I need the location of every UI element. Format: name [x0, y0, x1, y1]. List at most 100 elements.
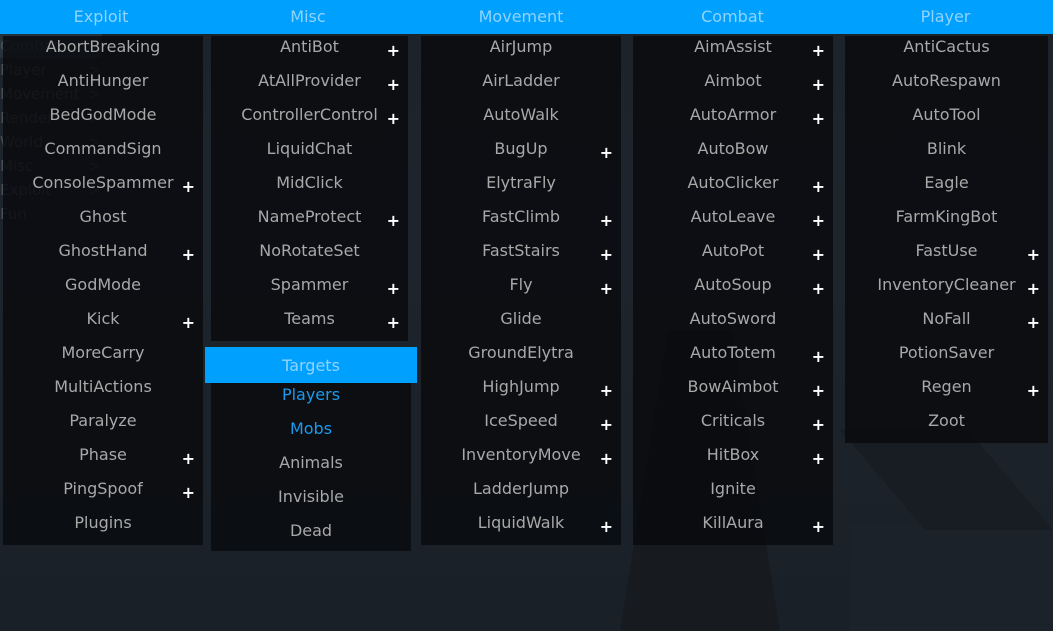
expand-settings-icon[interactable]: + [182, 170, 195, 204]
module-item-consolespammer[interactable]: ConsoleSpammer + [3, 166, 203, 200]
module-item-hitbox[interactable]: HitBox + [633, 438, 833, 472]
panel-header-movement[interactable]: Movement [415, 0, 627, 34]
module-item-bugup[interactable]: BugUp + [421, 132, 621, 166]
module-item-phase[interactable]: Phase + [3, 438, 203, 472]
module-item-ghosthand[interactable]: GhostHand + [3, 234, 203, 268]
expand-settings-icon[interactable]: + [600, 204, 613, 238]
module-item-spammer[interactable]: Spammer + [211, 268, 408, 302]
module-item-teams[interactable]: Teams + [211, 302, 408, 336]
module-item-autosoup[interactable]: AutoSoup + [633, 268, 833, 302]
module-item-groundelytra[interactable]: GroundElytra [421, 336, 621, 370]
module-item-antibot[interactable]: AntiBot + [211, 30, 408, 64]
module-item-inventorycleaner[interactable]: InventoryCleaner + [845, 268, 1048, 302]
expand-settings-icon[interactable]: + [600, 374, 613, 408]
module-item-autoclicker[interactable]: AutoClicker + [633, 166, 833, 200]
module-item-bowaimbot[interactable]: BowAimbot + [633, 370, 833, 404]
module-item-godmode[interactable]: GodMode [3, 268, 203, 302]
expand-settings-icon[interactable]: + [600, 408, 613, 442]
module-item-aimassist[interactable]: AimAssist + [633, 30, 833, 64]
expand-settings-icon[interactable]: + [600, 272, 613, 306]
expand-settings-icon[interactable]: + [1027, 374, 1040, 408]
module-item-farmkingbot[interactable]: FarmKingBot [845, 200, 1048, 234]
target-item-invisible[interactable]: Invisible [211, 480, 411, 514]
module-item-ghost[interactable]: Ghost [3, 200, 203, 234]
target-item-players[interactable]: Players [211, 378, 411, 412]
module-item-criticals[interactable]: Criticals + [633, 404, 833, 438]
module-item-pingspoof[interactable]: PingSpoof + [3, 472, 203, 506]
module-item-elytrafly[interactable]: ElytraFly [421, 166, 621, 200]
expand-settings-icon[interactable]: + [600, 442, 613, 476]
target-item-mobs[interactable]: Mobs [211, 412, 411, 446]
module-item-liquidwalk[interactable]: LiquidWalk + [421, 506, 621, 540]
expand-settings-icon[interactable]: + [600, 238, 613, 272]
module-item-faststairs[interactable]: FastStairs + [421, 234, 621, 268]
module-item-multiactions[interactable]: MultiActions [3, 370, 203, 404]
expand-settings-icon[interactable]: + [600, 510, 613, 544]
expand-settings-icon[interactable]: + [812, 510, 825, 544]
expand-settings-icon[interactable]: + [812, 68, 825, 102]
module-item-commandsign[interactable]: CommandSign [3, 132, 203, 166]
module-item-paralyze[interactable]: Paralyze [3, 404, 203, 438]
module-item-ignite[interactable]: Ignite [633, 472, 833, 506]
module-item-atallprovider[interactable]: AtAllProvider + [211, 64, 408, 98]
module-item-blink[interactable]: Blink [845, 132, 1048, 166]
expand-settings-icon[interactable]: + [182, 442, 195, 476]
module-item-icespeed[interactable]: IceSpeed + [421, 404, 621, 438]
module-item-killaura[interactable]: KillAura + [633, 506, 833, 540]
module-item-autowalk[interactable]: AutoWalk [421, 98, 621, 132]
module-item-ladderjump[interactable]: LadderJump [421, 472, 621, 506]
module-item-controllercontrol[interactable]: ControllerControl + [211, 98, 408, 132]
target-item-animals[interactable]: Animals [211, 446, 411, 480]
module-item-autoleave[interactable]: AutoLeave + [633, 200, 833, 234]
panel-header-player[interactable]: Player [838, 0, 1053, 34]
expand-settings-icon[interactable]: + [812, 272, 825, 306]
module-item-airjump[interactable]: AirJump [421, 30, 621, 64]
module-item-anticactus[interactable]: AntiCactus [845, 30, 1048, 64]
expand-settings-icon[interactable]: + [387, 102, 400, 136]
module-item-fly[interactable]: Fly + [421, 268, 621, 302]
module-item-autorespawn[interactable]: AutoRespawn [845, 64, 1048, 98]
expand-settings-icon[interactable]: + [812, 102, 825, 136]
module-item-autototem[interactable]: AutoTotem + [633, 336, 833, 370]
expand-settings-icon[interactable]: + [182, 306, 195, 340]
module-item-fastuse[interactable]: FastUse + [845, 234, 1048, 268]
module-item-highjump[interactable]: HighJump + [421, 370, 621, 404]
module-item-autobow[interactable]: AutoBow [633, 132, 833, 166]
module-item-abortbreaking[interactable]: AbortBreaking [3, 30, 203, 64]
expand-settings-icon[interactable]: + [1027, 238, 1040, 272]
module-item-autopot[interactable]: AutoPot + [633, 234, 833, 268]
expand-settings-icon[interactable]: + [812, 204, 825, 238]
module-item-midclick[interactable]: MidClick [211, 166, 408, 200]
module-item-antihunger[interactable]: AntiHunger [3, 64, 203, 98]
expand-settings-icon[interactable]: + [812, 374, 825, 408]
module-item-fastclimb[interactable]: FastClimb + [421, 200, 621, 234]
panel-header-misc[interactable]: Misc [205, 0, 411, 34]
expand-settings-icon[interactable]: + [387, 272, 400, 306]
module-item-aimbot[interactable]: Aimbot + [633, 64, 833, 98]
module-item-potionsaver[interactable]: PotionSaver [845, 336, 1048, 370]
expand-settings-icon[interactable]: + [387, 204, 400, 238]
expand-settings-icon[interactable]: + [182, 238, 195, 272]
module-item-morecarry[interactable]: MoreCarry [3, 336, 203, 370]
module-item-eagle[interactable]: Eagle [845, 166, 1048, 200]
expand-settings-icon[interactable]: + [1027, 306, 1040, 340]
expand-settings-icon[interactable]: + [812, 170, 825, 204]
expand-settings-icon[interactable]: + [812, 408, 825, 442]
module-item-plugins[interactable]: Plugins [3, 506, 203, 540]
expand-settings-icon[interactable]: + [387, 34, 400, 68]
panel-header-exploit[interactable]: Exploit [0, 0, 202, 34]
expand-settings-icon[interactable]: + [812, 34, 825, 68]
module-item-kick[interactable]: Kick + [3, 302, 203, 336]
module-item-autosword[interactable]: AutoSword [633, 302, 833, 336]
module-item-norotateset[interactable]: NoRotateSet [211, 234, 408, 268]
module-item-autotool[interactable]: AutoTool [845, 98, 1048, 132]
expand-settings-icon[interactable]: + [812, 238, 825, 272]
module-item-glide[interactable]: Glide [421, 302, 621, 336]
module-item-autoarmor[interactable]: AutoArmor + [633, 98, 833, 132]
module-item-airladder[interactable]: AirLadder [421, 64, 621, 98]
module-item-nofall[interactable]: NoFall + [845, 302, 1048, 336]
target-item-dead[interactable]: Dead [211, 514, 411, 548]
expand-settings-icon[interactable]: + [812, 442, 825, 476]
expand-settings-icon[interactable]: + [600, 136, 613, 170]
expand-settings-icon[interactable]: + [387, 306, 400, 340]
